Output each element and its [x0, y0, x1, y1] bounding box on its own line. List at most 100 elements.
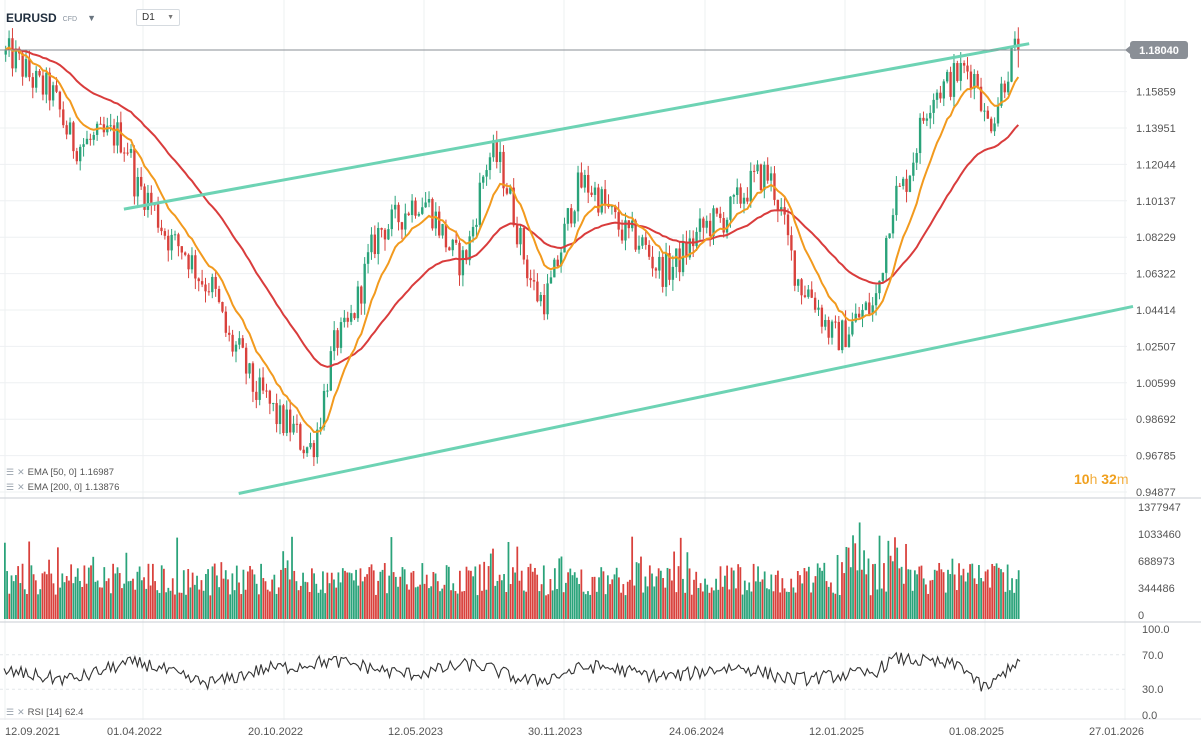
- volume-bar: [708, 592, 711, 619]
- candle-body: [637, 245, 641, 250]
- candle-body: [190, 255, 194, 270]
- volume-bar: [735, 588, 737, 619]
- volume-bar: [308, 591, 311, 619]
- candle-body: [573, 211, 576, 224]
- candle-body: [99, 123, 102, 125]
- volume-bar: [964, 581, 967, 619]
- candle-body: [830, 321, 834, 338]
- symbol-name[interactable]: EURUSD: [6, 11, 57, 25]
- current-price-label: 1.18040: [1139, 45, 1179, 57]
- volume-bar: [330, 572, 333, 619]
- volume-bar: [682, 578, 684, 619]
- chevron-down-icon[interactable]: ▼: [87, 13, 96, 23]
- volume-bar: [1011, 578, 1013, 619]
- candle-body: [34, 70, 38, 88]
- settings-icon[interactable]: ☰: [6, 482, 14, 493]
- volume-bar: [589, 594, 592, 619]
- volume-bar: [37, 594, 39, 619]
- volume-bar: [434, 573, 437, 619]
- volume-bar: [973, 578, 976, 619]
- candle-body: [485, 170, 488, 177]
- candle-body: [803, 295, 807, 297]
- candle-body: [956, 63, 959, 81]
- volume-bar: [344, 570, 346, 619]
- volume-bar: [978, 565, 980, 619]
- candle-body: [868, 302, 871, 315]
- candle-body: [224, 311, 228, 333]
- volume-bar: [576, 577, 578, 619]
- close-icon[interactable]: ✕: [17, 482, 25, 493]
- candle-body: [519, 227, 522, 245]
- volume-bar: [509, 584, 512, 619]
- volume-bar: [456, 593, 459, 619]
- candle-body: [566, 208, 570, 224]
- volume-bar: [900, 566, 903, 619]
- candle-body: [228, 332, 231, 335]
- volume-bar: [430, 586, 433, 619]
- volume-bar: [821, 570, 823, 619]
- candle-body: [346, 317, 349, 322]
- volume-bar: [659, 570, 662, 619]
- candle-body: [360, 286, 363, 304]
- volume-bar: [335, 587, 338, 619]
- volume-bar: [624, 595, 627, 619]
- date-tick-label: 24.06.2024: [669, 726, 724, 738]
- volume-bar: [927, 593, 930, 619]
- volume-bar: [553, 568, 556, 619]
- volume-bar: [414, 587, 417, 619]
- volume-bar: [207, 569, 209, 619]
- candle-body: [993, 123, 996, 132]
- volume-bar: [792, 587, 795, 619]
- close-icon[interactable]: ✕: [17, 467, 25, 478]
- volume-bar: [284, 568, 287, 619]
- candle-body: [136, 176, 139, 197]
- volume-bar: [264, 581, 267, 619]
- candle-body: [414, 200, 417, 216]
- timeframe-select[interactable]: D1 ▼: [136, 9, 180, 26]
- candle-body: [742, 197, 746, 204]
- candle-body: [217, 288, 221, 303]
- candle-body: [807, 289, 810, 297]
- price-tick-label: 1.13951: [1136, 123, 1176, 135]
- candle-body: [85, 138, 89, 145]
- volume-bar: [28, 541, 31, 619]
- volume-bar: [653, 586, 656, 619]
- candle-body: [583, 174, 586, 188]
- price-tick-label: 1.12044: [1136, 159, 1176, 171]
- candle-body: [58, 91, 62, 110]
- candle-body: [339, 322, 343, 348]
- volume-bar: [679, 537, 682, 619]
- volume-bar: [485, 589, 488, 619]
- settings-icon[interactable]: ☰: [6, 707, 14, 718]
- volume-bar: [277, 587, 280, 619]
- volume-bar: [1006, 564, 1009, 619]
- volume-bar: [1000, 569, 1002, 619]
- date-tick-label: 30.11.2023: [528, 726, 582, 738]
- volume-bar: [754, 581, 757, 619]
- volume-bar: [121, 588, 123, 619]
- ema50-label: EMA [50, 0]: [27, 467, 77, 478]
- volume-bar: [876, 589, 879, 619]
- volume-bar: [348, 572, 351, 619]
- volume-bar: [461, 591, 463, 619]
- volume-bar: [536, 574, 539, 619]
- candle-body: [38, 70, 41, 76]
- volume-bar: [32, 574, 35, 619]
- candle-body: [461, 250, 465, 276]
- volume-bar: [982, 581, 985, 619]
- candle-body: [160, 227, 163, 232]
- volume-bar: [43, 571, 46, 619]
- candle-body: [647, 244, 651, 257]
- volume-bar: [269, 591, 271, 619]
- candle-body: [885, 238, 888, 273]
- volume-bar: [425, 574, 428, 619]
- settings-icon[interactable]: ☰: [6, 467, 14, 478]
- volume-bar: [271, 579, 274, 619]
- close-icon[interactable]: ✕: [17, 707, 25, 718]
- volume-bar: [101, 587, 103, 619]
- chart[interactable]: 1.15859 1.13951 1.12044 1.10137 1.08229 1.063…: [0, 0, 1201, 746]
- volume-bar: [368, 567, 371, 619]
- timer-hours: 10: [1074, 471, 1090, 487]
- volume-bar: [452, 583, 455, 619]
- volume-bar: [489, 553, 492, 619]
